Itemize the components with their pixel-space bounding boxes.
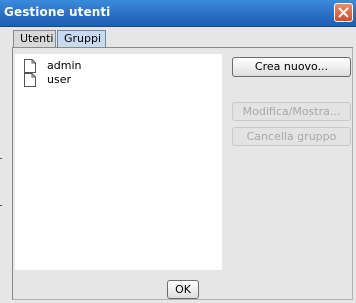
create-group-button[interactable]: Crea nuovo... (232, 57, 351, 77)
group-list[interactable]: admin user (15, 54, 222, 270)
delete-group-button[interactable]: Cancella gruppo (232, 127, 351, 146)
title-bar[interactable]: Gestione utenti (0, 0, 356, 27)
ok-button[interactable]: OK (167, 280, 199, 299)
close-icon (338, 7, 349, 18)
window-title: Gestione utenti (4, 5, 111, 19)
window-edge-mark (0, 158, 2, 159)
group-name: admin (47, 59, 82, 72)
close-button[interactable] (334, 3, 353, 22)
tab-utenti[interactable]: Utenti (13, 30, 56, 47)
window-edge-mark (0, 205, 2, 206)
modify-group-button[interactable]: Modifica/Mostra... (232, 102, 351, 121)
tab-gruppi[interactable]: Gruppi (57, 30, 106, 48)
document-icon (24, 59, 36, 73)
group-name: user (47, 73, 71, 86)
document-icon (24, 73, 36, 87)
user-management-dialog: Gestione utenti Utenti Gruppi admin user… (0, 0, 356, 303)
